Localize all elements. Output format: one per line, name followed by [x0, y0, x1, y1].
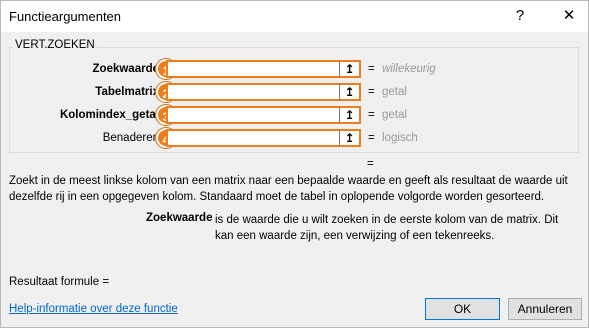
cancel-button[interactable]: Annuleren: [508, 298, 582, 320]
upload-icon: ↥: [344, 108, 355, 122]
argument-row-benaderen: Benaderen 4 ↥ = logisch: [9, 128, 577, 149]
kolomindex-getal-input[interactable]: [166, 106, 343, 124]
dialog-title: Functieargumenten: [9, 9, 122, 24]
tabelmatrix-input[interactable]: [166, 83, 343, 101]
equals-sign: =: [368, 63, 375, 75]
argument-label: Tabelmatrix: [95, 86, 159, 98]
function-result-equals: =: [367, 158, 374, 170]
argument-label: Benaderen: [102, 132, 159, 144]
function-description: Zoekt in de meest linkse kolom van een m…: [9, 175, 568, 203]
equals-sign: =: [368, 109, 375, 121]
ok-button[interactable]: OK: [425, 298, 500, 320]
help-button[interactable]: ?: [509, 5, 531, 27]
equals-sign: =: [368, 86, 375, 98]
collapse-dialog-button[interactable]: ↥: [339, 106, 361, 124]
argument-result: willekeurig: [382, 63, 436, 75]
function-name: VERT.ZOEKEN: [13, 39, 97, 51]
argument-help-text: is de waarde die u wilt zoeken in de eer…: [215, 214, 559, 242]
upload-icon: ↥: [344, 131, 355, 145]
function-arguments-dialog: Functieargumenten ? ✕ VERT.ZOEKEN Zoekwa…: [0, 0, 589, 328]
help-link[interactable]: Help-informatie over deze functie: [9, 303, 178, 315]
argument-row-tabelmatrix: Tabelmatrix 2 ↥ = getal: [9, 82, 577, 103]
formula-result: Resultaat formule =: [9, 276, 110, 288]
upload-icon: ↥: [344, 62, 355, 76]
collapse-dialog-button[interactable]: ↥: [339, 129, 361, 147]
argument-result: getal: [382, 109, 407, 121]
argument-row-zoekwaarde: Zoekwaarde 1 ↥ = willekeurig: [9, 59, 577, 80]
argument-label: Zoekwaarde: [92, 63, 159, 75]
collapse-dialog-button[interactable]: ↥: [339, 83, 361, 101]
equals-sign: =: [368, 132, 375, 144]
argument-help-name: Zoekwaarde: [146, 212, 213, 224]
argument-result: getal: [382, 86, 407, 98]
title-bar: Functieargumenten ? ✕: [1, 1, 588, 32]
argument-label: Kolomindex_getal: [59, 109, 159, 121]
upload-icon: ↥: [344, 85, 355, 99]
zoekwaarde-input[interactable]: [166, 60, 343, 78]
benaderen-input[interactable]: [166, 129, 343, 147]
argument-row-kolomindex: Kolomindex_getal 3 ↥ = getal: [9, 105, 577, 126]
collapse-dialog-button[interactable]: ↥: [339, 60, 361, 78]
close-icon[interactable]: ✕: [558, 5, 580, 27]
argument-result: logisch: [382, 132, 418, 144]
